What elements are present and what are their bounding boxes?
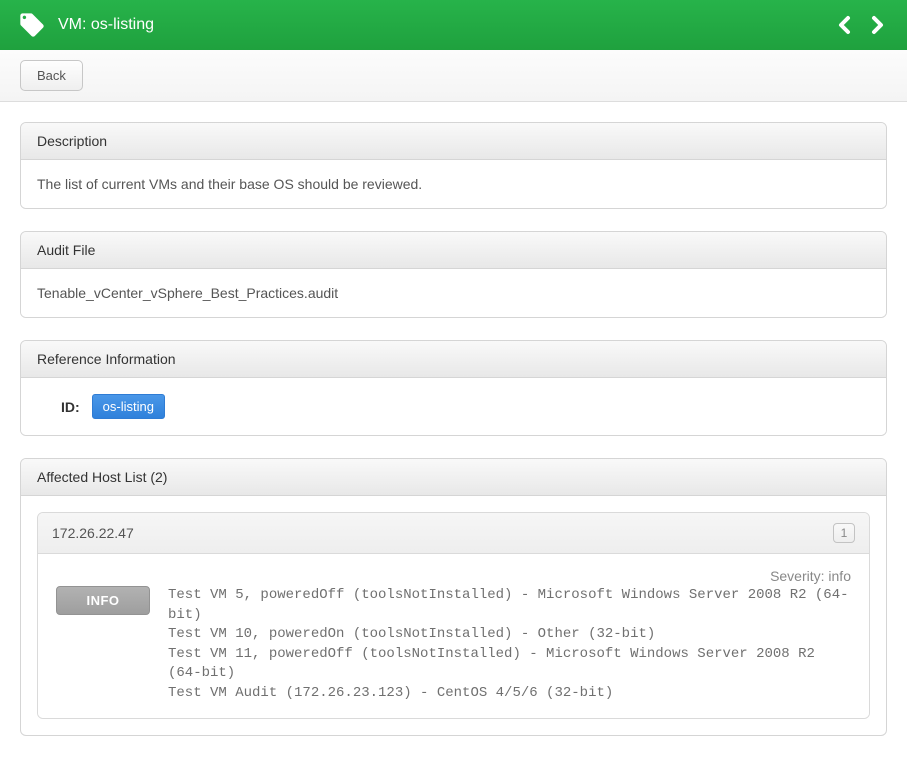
- host-ip: 172.26.22.47: [52, 525, 134, 541]
- host-output: Test VM 5, poweredOff (toolsNotInstalled…: [168, 586, 851, 704]
- reference-row: ID: os-listing: [61, 394, 870, 419]
- affected-hosts-panel: Affected Host List (2) 172.26.22.47 1 Se…: [20, 458, 887, 736]
- content-area: Description The list of current VMs and …: [0, 102, 907, 778]
- back-button[interactable]: Back: [20, 60, 83, 91]
- host-item-body: Severity: info INFO Test VM 5, poweredOf…: [38, 554, 869, 718]
- severity-label: Severity: info: [56, 568, 851, 584]
- description-header: Description: [21, 123, 886, 160]
- tag-icon: [18, 11, 46, 39]
- prev-arrow[interactable]: [833, 13, 857, 37]
- audit-file-header: Audit File: [21, 232, 886, 269]
- reference-id-tag[interactable]: os-listing: [92, 394, 165, 419]
- page-header: VM: os-listing: [0, 0, 907, 50]
- reference-panel: Reference Information ID: os-listing: [20, 340, 887, 436]
- description-panel: Description The list of current VMs and …: [20, 122, 887, 209]
- host-item: 172.26.22.47 1 Severity: info INFO Test …: [37, 512, 870, 719]
- reference-body: ID: os-listing: [21, 378, 886, 435]
- audit-file-body: Tenable_vCenter_vSphere_Best_Practices.a…: [21, 269, 886, 317]
- page-title: VM: os-listing: [58, 16, 833, 34]
- affected-hosts-header: Affected Host List (2): [21, 459, 886, 496]
- nav-arrows: [833, 13, 889, 37]
- reference-header: Reference Information: [21, 341, 886, 378]
- toolbar: Back: [0, 50, 907, 102]
- next-arrow[interactable]: [865, 13, 889, 37]
- host-item-header[interactable]: 172.26.22.47 1: [38, 513, 869, 554]
- severity-badge: INFO: [56, 586, 150, 615]
- audit-file-panel: Audit File Tenable_vCenter_vSphere_Best_…: [20, 231, 887, 318]
- host-detail-row: INFO Test VM 5, poweredOff (toolsNotInst…: [56, 586, 851, 704]
- reference-id-label: ID:: [61, 399, 80, 415]
- host-count-badge: 1: [833, 523, 855, 543]
- description-body: The list of current VMs and their base O…: [21, 160, 886, 208]
